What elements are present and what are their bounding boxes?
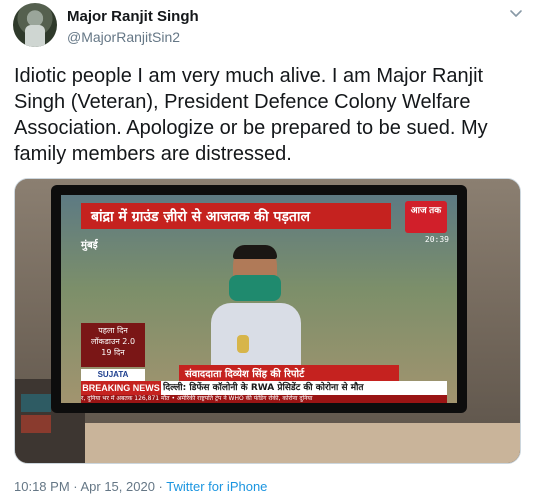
breaking-news-label: BREAKING NEWS [81, 381, 161, 395]
tweet-source-link[interactable]: Twitter for iPhone [166, 479, 267, 494]
author-name[interactable]: Major Ranjit Singh [67, 8, 199, 25]
news-ticker: र, दुनिया भर में अबतक 126,871 मौत • अमेर… [81, 395, 447, 403]
chevron-down-icon[interactable] [508, 6, 524, 22]
reporter-figure [211, 245, 301, 393]
tv-headline: बांद्रा में ग्राउंड ज़ीरो से आजतक की पड़… [81, 203, 391, 229]
reporter-strap: संवाददाता दिव्येश सिंह की रिपोर्ट [179, 365, 399, 381]
tweet-meta: 10:18 PM · Apr 15, 2020 · Twitter for iP… [14, 479, 267, 494]
tweet-text: Idiotic people I am very much alive. I a… [14, 65, 488, 165]
tv-stand [15, 423, 520, 463]
face-mask [229, 275, 281, 301]
city-label: मुंबई [81, 240, 98, 251]
author-handle[interactable]: @MajorRanjitSin2 [67, 29, 180, 45]
lockdown-badge: पहला दिन लॉकडाउन 2.0 19 दिन [81, 323, 145, 367]
tv-screen: बांद्रा में ग्राउंड ज़ीरो से आजतक की पड़… [61, 195, 457, 403]
breaking-news-text: दिल्ली: डिफेंस कॉलोनी के RWA प्रेसिडेंट … [163, 383, 364, 393]
channel-time: 20:39 [424, 235, 449, 244]
channel-logo: आज तक [405, 201, 447, 233]
television: बांद्रा में ग्राउंड ज़ीरो से आजतक की पड़… [51, 185, 467, 413]
tweet-timestamp[interactable]: 10:18 PM · Apr 15, 2020 · [14, 479, 166, 494]
microphone [237, 335, 249, 353]
avatar[interactable] [13, 3, 57, 47]
breaking-news-bar: BREAKING NEWS दिल्ली: डिफेंस कॉलोनी के R… [81, 381, 447, 395]
tweet-media-photo[interactable]: बांद्रा में ग्राउंड ज़ीरो से आजतक की पड़… [14, 178, 521, 464]
sponsor-label: SUJATA [81, 369, 145, 381]
